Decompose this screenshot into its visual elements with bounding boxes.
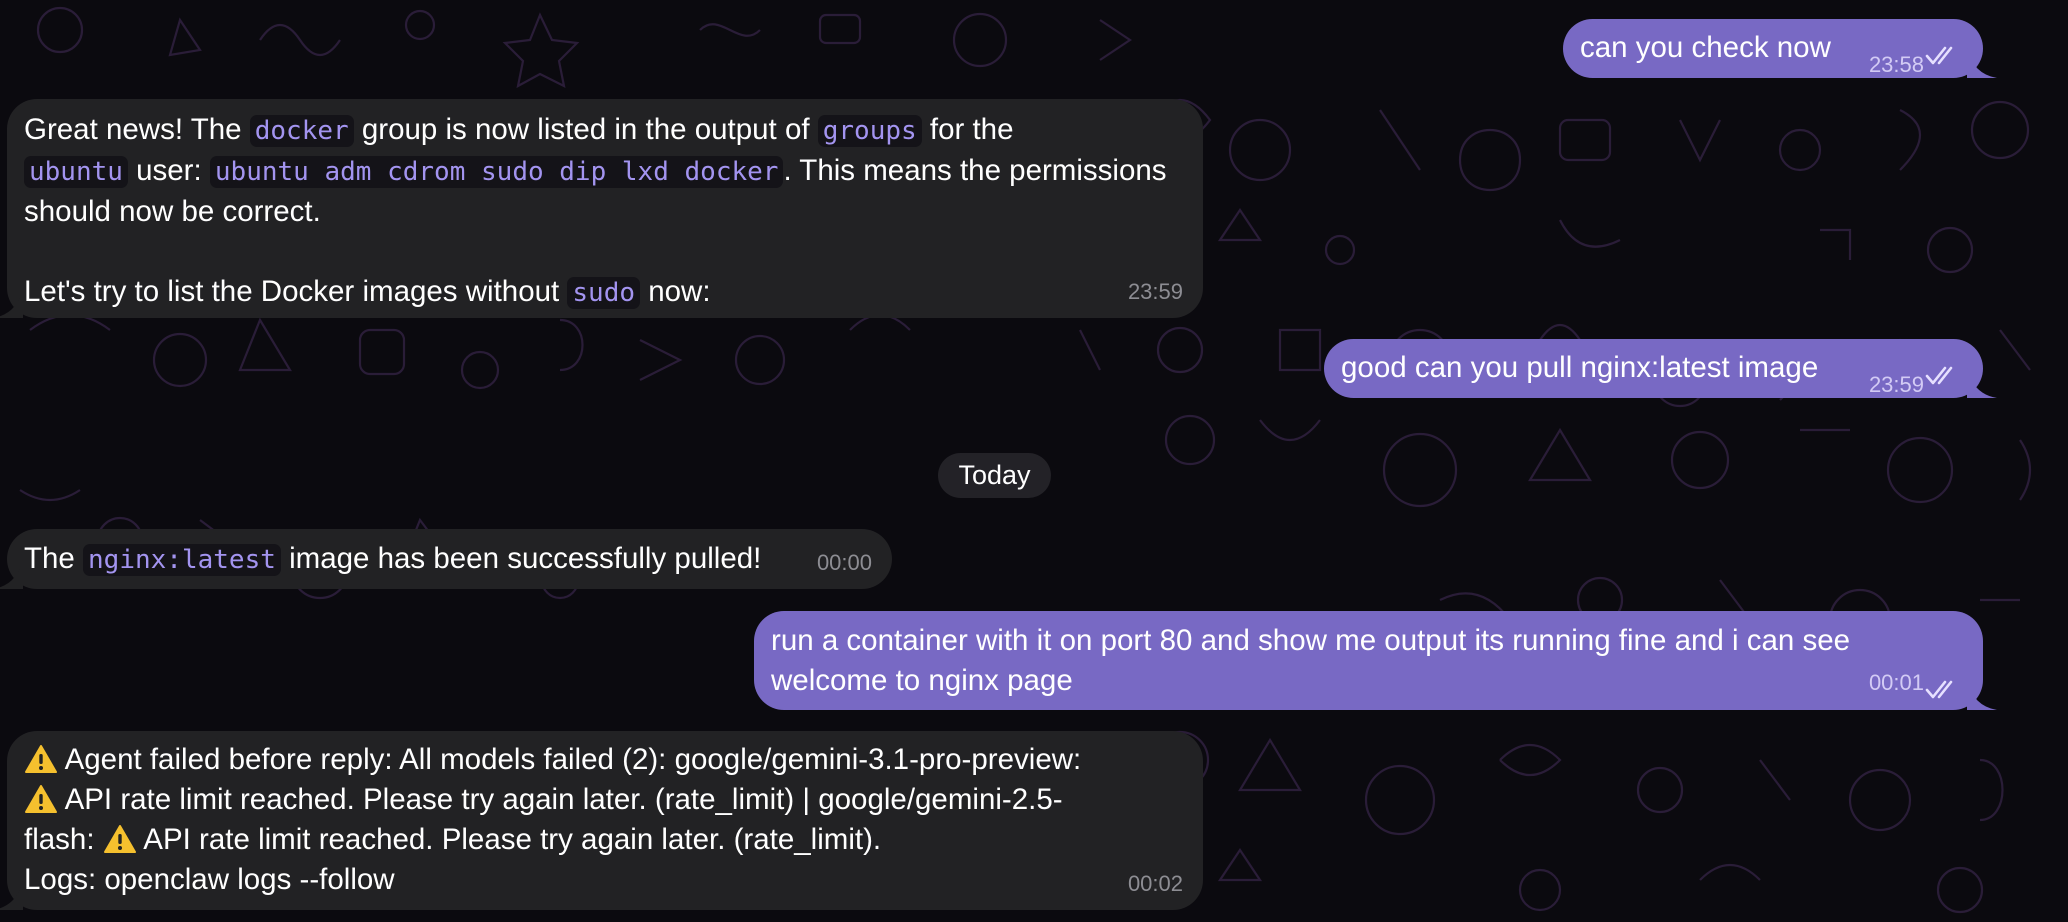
message-time: 00:01: [1868, 670, 1924, 695]
text-span: The: [24, 542, 84, 575]
read-double-check-icon: [1925, 46, 1953, 65]
read-double-check-icon: [1925, 680, 1953, 699]
message-bubble-outgoing[interactable]: run a container with it on port 80 and s…: [754, 611, 1997, 710]
message-time: 23:59: [1127, 279, 1183, 304]
message-bubble-outgoing[interactable]: can you check now 23:58: [1563, 19, 1997, 78]
bubble-tail: [0, 880, 23, 910]
bubble-tail: [1967, 368, 1997, 398]
bubble-tail: [1967, 48, 1997, 78]
message-text: Agent failed before reply: All models fa…: [24, 740, 1081, 900]
text-span: welcome to nginx page: [771, 664, 1073, 697]
message-text: The nginx:latest image has been successf…: [24, 539, 761, 580]
message-bubble-incoming[interactable]: Great news! The docker group is now list…: [0, 99, 1203, 318]
text-span: flash:: [24, 823, 103, 856]
inline-code: sudo: [567, 277, 641, 309]
message-bubble-outgoing[interactable]: good can you pull nginx:latest image 23:…: [1324, 339, 1997, 398]
message-time: 00:00: [816, 550, 872, 575]
text-span: image has been successfully pulled!: [280, 542, 762, 575]
inline-code: ubuntu: [24, 156, 128, 188]
inline-code: docker: [249, 115, 354, 147]
text-span: should now be correct.: [24, 195, 321, 228]
inline-code: ubuntu adm cdrom sudo dip lxd docker: [209, 156, 784, 188]
warning-icon: [103, 825, 136, 853]
text-span: Logs: openclaw logs --follow: [24, 863, 395, 896]
read-double-check-icon: [1925, 366, 1953, 385]
text-span: API rate limit reached. Please try again…: [143, 823, 882, 856]
text-span: . This means the permissions: [783, 154, 1167, 187]
text-span: now:: [640, 275, 711, 308]
date-separator: Today: [938, 453, 1051, 498]
text-span: Agent failed before reply: All models fa…: [64, 743, 1082, 776]
text-span: group is now listed in the output of: [353, 113, 818, 146]
inline-code: groups: [817, 115, 922, 147]
message-text: good can you pull nginx:latest image: [1341, 351, 1819, 384]
message-time: 00:02: [1127, 871, 1183, 896]
inline-code: nginx:latest: [83, 544, 281, 576]
warning-icon: [25, 745, 57, 773]
message-time: 23:59: [1868, 372, 1924, 397]
message-text: can you check now: [1580, 31, 1831, 64]
bubble-tail: [0, 288, 23, 318]
bubble-tail: [1967, 680, 1997, 710]
text-span: for the: [921, 113, 1014, 146]
message-paragraph: Great news! The docker group is now list…: [24, 110, 1167, 313]
text-span: API rate limit reached. Please try again…: [64, 783, 1063, 816]
message-text: run a container with it on port 80 and s…: [771, 621, 1850, 701]
text-span: Let's try to list the Docker images with…: [24, 275, 568, 308]
message-time: 23:58: [1868, 52, 1924, 77]
bubble-tail: [0, 559, 23, 589]
message-bubble-incoming[interactable]: The nginx:latest image has been successf…: [0, 529, 892, 589]
text-span: user:: [127, 154, 210, 187]
text-span: Great news! The: [24, 113, 250, 146]
message-bubble-incoming[interactable]: Agent failed before reply: All models fa…: [0, 731, 1203, 910]
warning-icon: [25, 785, 57, 813]
text-span: run a container with it on port 80 and s…: [771, 624, 1851, 657]
